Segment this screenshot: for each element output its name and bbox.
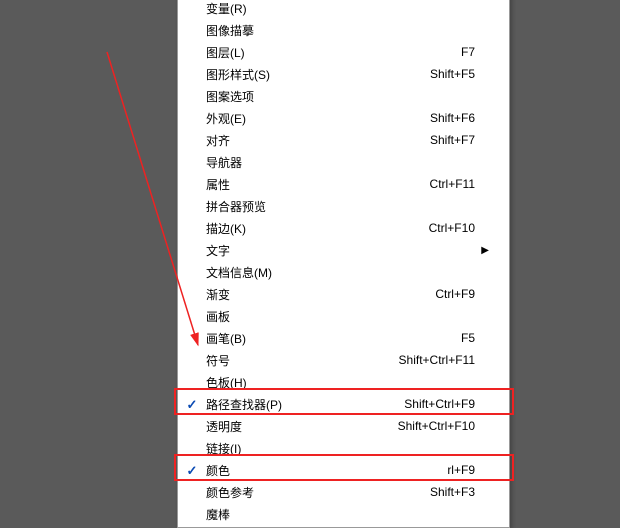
menu-item[interactable]: 颜色参考Shift+F3 [178,481,509,503]
menu-item-label: 色板(H) [206,374,455,391]
menu-item[interactable]: 图层(L)F7 [178,41,509,63]
menu-item-shortcut: Shift+F7 [410,133,475,147]
menu-item-shortcut: Shift+F3 [410,485,475,499]
menu-item-label: 导航器 [206,154,455,171]
menu-item-shortcut: Ctrl+F9 [415,287,475,301]
window-menu-dropdown[interactable]: 变量(R)图像描摹图层(L)F7图形样式(S)Shift+F5图案选项外观(E)… [177,0,510,528]
menu-item[interactable]: 外观(E)Shift+F6 [178,107,509,129]
menu-item[interactable]: 描边(K)Ctrl+F10 [178,217,509,239]
check-icon: ✓ [187,464,198,477]
menu-item[interactable]: 变量(R) [178,0,509,19]
menu-item[interactable]: 符号Shift+Ctrl+F11 [178,349,509,371]
menu-item-shortcut: Ctrl+F10 [409,221,475,235]
menu-item-shortcut: Shift+Ctrl+F9 [384,397,475,411]
menu-item[interactable]: 导航器 [178,151,509,173]
menu-item[interactable]: ✓ 颜色rl+F9 [178,459,509,481]
menu-item-label: 描边(K) [206,220,409,237]
menu-item-label: 文档信息(M) [206,264,455,281]
menu-item-label: 透明度 [206,418,378,435]
menu-item-label: 符号 [206,352,379,369]
menu-item[interactable]: 图案选项 [178,85,509,107]
menu-item[interactable]: 透明度Shift+Ctrl+F10 [178,415,509,437]
submenu-arrow-icon: ▶ [475,245,489,256]
menu-item-label: 图层(L) [206,44,441,61]
menu-item[interactable]: 对齐Shift+F7 [178,129,509,151]
menu-item[interactable]: 画笔(B)F5 [178,327,509,349]
menu-item[interactable]: 图像描摹 [178,19,509,41]
menu-item-label: 对齐 [206,132,410,149]
check-icon: ✓ [187,398,198,411]
menu-item-label: 图案选项 [206,88,455,105]
menu-item-label: 画板 [206,308,455,325]
menu-item[interactable]: 文档信息(M) [178,261,509,283]
menu-item-label: 魔棒 [206,506,455,523]
menu-item-label: 路径查找器(P) [206,396,384,413]
menu-item[interactable]: 拼合器预览 [178,195,509,217]
menu-item-shortcut: F7 [441,45,475,59]
menu-item-label: 图像描摹 [206,22,455,39]
menu-item-label: 画笔(B) [206,330,441,347]
menu-item-label: 图形样式(S) [206,66,410,83]
menu-item-shortcut: Shift+F5 [410,67,475,81]
menu-item[interactable]: 链接(I) [178,437,509,459]
menu-item-label: 颜色参考 [206,484,410,501]
menu-item-label: 属性 [206,176,410,193]
menu-item[interactable]: 色板(H) [178,371,509,393]
menu-item-shortcut: Shift+Ctrl+F11 [379,353,475,367]
menu-item-shortcut: Shift+Ctrl+F10 [378,419,475,433]
menu-item-label: 渐变 [206,286,415,303]
check-column: ✓ [178,464,206,477]
menu-item-label: 文字 [206,242,455,259]
menu-item[interactable]: 魔棒 [178,503,509,525]
check-column: ✓ [178,398,206,411]
menu-item-label: 颜色 [206,462,427,479]
menu-item-label: 变量(R) [206,0,455,17]
menu-item-label: 链接(I) [206,440,455,457]
menu-item[interactable]: 属性Ctrl+F11 [178,173,509,195]
menu-item[interactable]: 渐变Ctrl+F9 [178,283,509,305]
menu-item-shortcut: Ctrl+F11 [410,177,475,191]
menu-item[interactable]: 画板 [178,305,509,327]
menu-item[interactable]: 图形样式(S)Shift+F5 [178,63,509,85]
menu-item-shortcut: Shift+F6 [410,111,475,125]
menu-item[interactable]: ✓ 路径查找器(P)Shift+Ctrl+F9 [178,393,509,415]
menu-item-shortcut: rl+F9 [427,463,475,477]
menu-item-shortcut: F5 [441,331,475,345]
menu-item[interactable]: 文字 ▶ [178,239,509,261]
menu-item-label: 拼合器预览 [206,198,455,215]
menu-item-label: 外观(E) [206,110,410,127]
